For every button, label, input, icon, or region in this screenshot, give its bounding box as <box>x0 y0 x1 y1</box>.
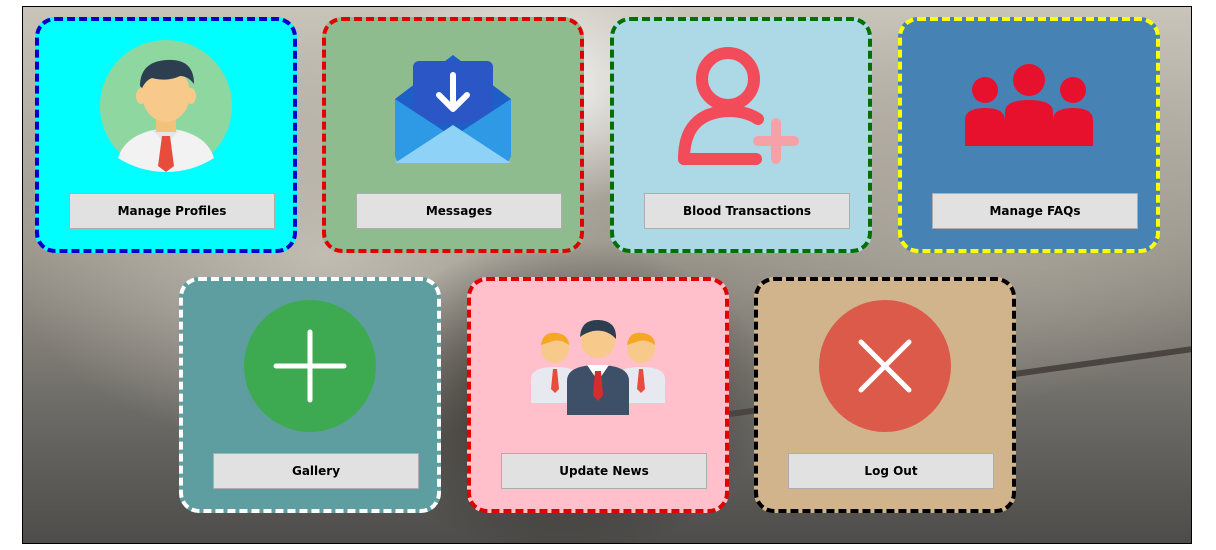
update-news-button[interactable]: Update News <box>501 453 707 489</box>
tile-manage-profiles[interactable]: Manage Profiles <box>35 17 297 253</box>
blood-transactions-button[interactable]: Blood Transactions <box>644 193 850 229</box>
dashboard-window: Manage Profiles Messages Blood Transacti… <box>22 6 1192 544</box>
user-profile-icon <box>39 31 293 181</box>
tile-blood-transactions[interactable]: Blood Transactions <box>610 17 872 253</box>
gallery-button[interactable]: Gallery <box>213 453 419 489</box>
team-icon <box>471 291 725 441</box>
close-circle-icon <box>758 291 1012 441</box>
tile-gallery[interactable]: Gallery <box>179 277 441 513</box>
messages-button[interactable]: Messages <box>356 193 562 229</box>
manage-profiles-button[interactable]: Manage Profiles <box>69 193 275 229</box>
add-user-icon <box>614 31 868 181</box>
tile-log-out[interactable]: Log Out <box>754 277 1016 513</box>
tile-messages[interactable]: Messages <box>322 17 584 253</box>
plus-circle-icon <box>183 291 437 441</box>
log-out-button[interactable]: Log Out <box>788 453 994 489</box>
manage-faqs-button[interactable]: Manage FAQs <box>932 193 1138 229</box>
tile-update-news[interactable]: Update News <box>467 277 729 513</box>
group-icon <box>902 31 1156 181</box>
envelope-download-icon <box>326 31 580 181</box>
tile-manage-faqs[interactable]: Manage FAQs <box>898 17 1160 253</box>
